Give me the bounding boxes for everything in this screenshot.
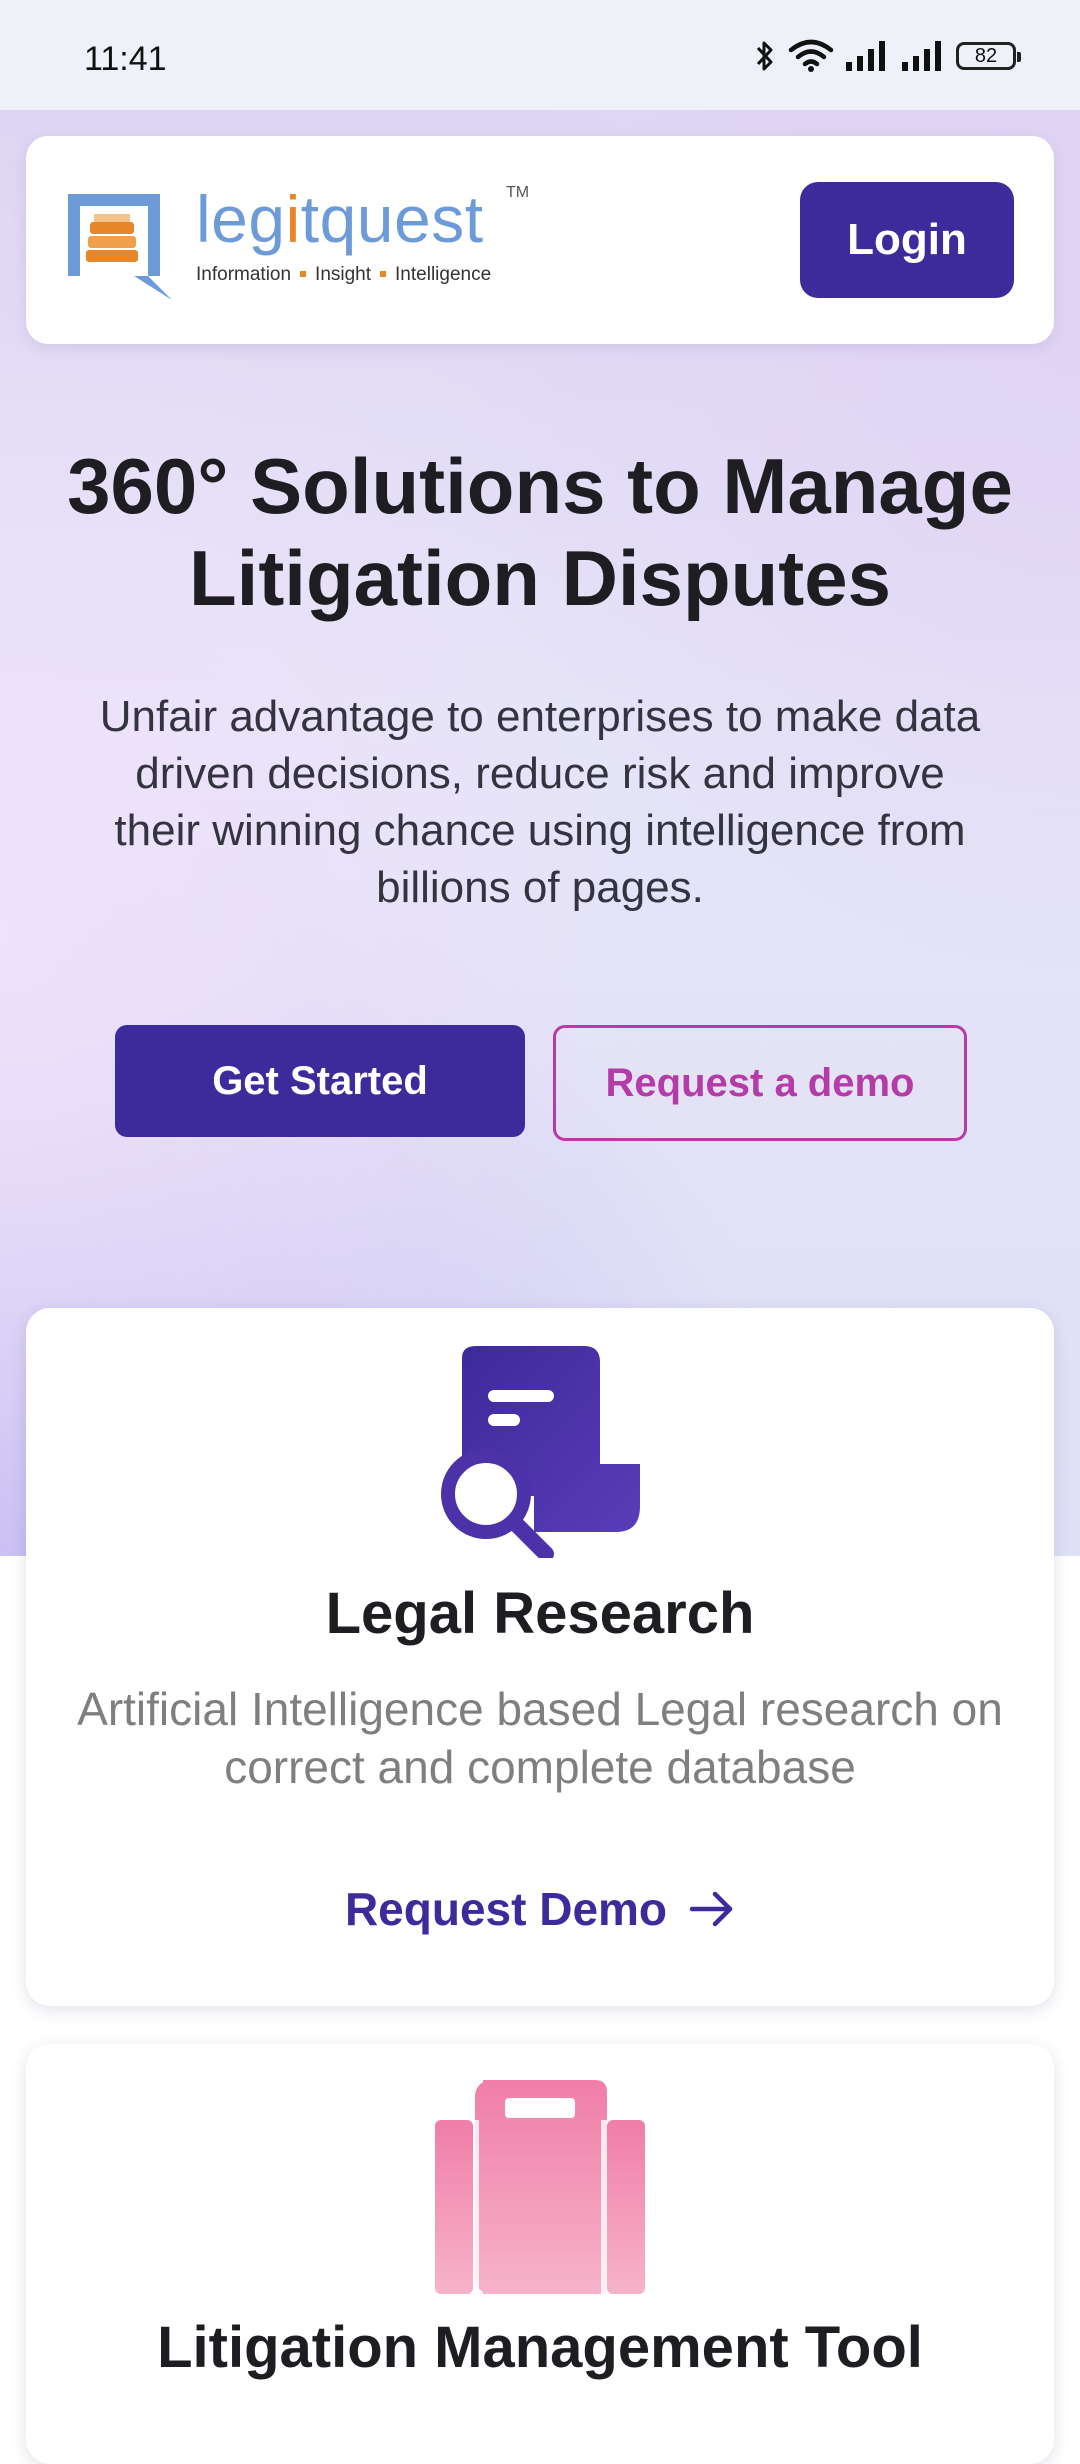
arrow-right-icon (689, 1891, 733, 1927)
request-demo-label: Request Demo (344, 1883, 668, 1935)
wifi-icon (788, 39, 834, 72)
battery-level: 82 (974, 44, 998, 67)
bluetooth-icon (756, 41, 773, 71)
legitquest-logo-icon (68, 194, 172, 300)
status-time: 11:41 (84, 40, 167, 78)
tagline-separator (380, 271, 387, 277)
request-a-demo-button[interactable]: Request a demo (553, 1025, 967, 1141)
card-title: Legal Research (325, 1581, 755, 1646)
hero-subtitle: Unfair advantage to enterprises to make … (99, 692, 981, 912)
get-started-button[interactable]: Get Started (115, 1025, 525, 1137)
request-demo-link[interactable]: Request Demo (26, 1882, 1054, 1936)
tagline-separator (300, 271, 307, 277)
legal-research-card: Legal Research Artificial Intelligence b… (26, 1308, 1054, 2006)
brand-name: legitquest (196, 182, 484, 256)
login-button[interactable]: Login (800, 182, 1014, 298)
document-search-icon (441, 1346, 640, 1558)
briefcase-icon (435, 2080, 645, 2294)
trademark-mark: TM (506, 184, 530, 201)
brand: legitquest TM Information Insight Intellig… (196, 182, 529, 286)
status-bar: 11:41 82 (0, 0, 1080, 110)
litigation-management-card: Litigation Management Tool (26, 2044, 1054, 2464)
hero-title: 360° Solutions to Manage Litigation Disp… (67, 442, 1013, 622)
signal-icon (846, 41, 885, 71)
card-description: Artificial Intelligence based Legal rese… (77, 1683, 1003, 1793)
card-title: Litigation Management Tool (157, 2315, 923, 2380)
status-icons: 82 (752, 38, 1021, 74)
header-card: legitquest TM Information Insight Intellig… (26, 136, 1054, 344)
brand-tagline: Information Insight Intelligence (196, 264, 492, 285)
battery-icon: 82 (956, 42, 1021, 70)
signal-icon (902, 41, 941, 71)
